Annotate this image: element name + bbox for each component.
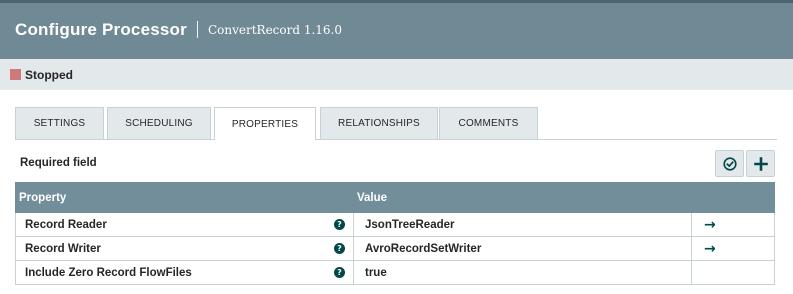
title-divider	[196, 21, 198, 38]
property-name: Record Writer	[25, 243, 101, 255]
column-header-value: Value	[357, 191, 388, 204]
help-icon[interactable]: ?	[334, 267, 345, 278]
property-name-cell: Record Writer ?	[16, 237, 354, 261]
property-value-cell[interactable]: AvroRecordSetWriter	[354, 237, 692, 261]
dialog-header: Configure Processor ConvertRecord 1.16.0	[0, 0, 793, 59]
dialog-title: Configure Processor	[15, 19, 187, 39]
help-icon[interactable]: ?	[334, 219, 345, 230]
property-value-cell[interactable]: true	[354, 261, 692, 285]
table-row[interactable]: Include Zero Record FlowFiles ? true	[15, 261, 775, 285]
property-value: JsonTreeReader	[365, 219, 455, 231]
verify-properties-button[interactable]	[715, 150, 744, 177]
add-property-button[interactable]	[746, 150, 775, 177]
stopped-status-icon	[10, 69, 21, 80]
check-circle-icon	[722, 156, 737, 171]
property-name-cell: Record Reader ?	[16, 213, 354, 237]
tab-comments[interactable]: COMMENTS	[439, 107, 538, 139]
property-name-cell: Include Zero Record FlowFiles ?	[16, 261, 354, 285]
property-value: true	[365, 267, 387, 279]
properties-table: Property Value Record Reader ? JsonTreeR…	[15, 182, 775, 285]
property-value-cell[interactable]: JsonTreeReader	[354, 213, 692, 237]
property-value: AvroRecordSetWriter	[365, 243, 482, 255]
tab-properties[interactable]: PROPERTIES	[214, 107, 316, 140]
status-bar: Stopped	[0, 59, 793, 90]
go-to-service-arrow-icon[interactable]: →	[704, 217, 716, 233]
action-cell: →	[692, 213, 774, 237]
action-cell	[692, 261, 774, 285]
table-row[interactable]: Record Writer ? AvroRecordSetWriter →	[15, 237, 775, 261]
column-header-property: Property	[19, 191, 67, 204]
action-cell: →	[692, 237, 774, 261]
help-icon[interactable]: ?	[334, 243, 345, 254]
required-field-label: Required field	[20, 157, 97, 169]
tab-settings[interactable]: SETTINGS	[15, 107, 104, 139]
processor-type-version: ConvertRecord 1.16.0	[207, 22, 343, 37]
tab-relationships[interactable]: RELATIONSHIPS	[320, 107, 438, 139]
plus-icon	[753, 156, 768, 171]
property-name: Include Zero Record FlowFiles	[25, 267, 192, 279]
table-header: Property Value	[15, 182, 775, 213]
go-to-service-arrow-icon[interactable]: →	[704, 241, 716, 257]
table-row[interactable]: Record Reader ? JsonTreeReader →	[15, 213, 775, 237]
tab-scheduling[interactable]: SCHEDULING	[107, 107, 211, 139]
tab-bar-divider	[15, 139, 777, 140]
property-name: Record Reader	[25, 219, 107, 231]
status-label: Stopped	[25, 67, 73, 82]
tab-bar: SETTINGS SCHEDULING PROPERTIES RELATIONS…	[15, 107, 777, 140]
